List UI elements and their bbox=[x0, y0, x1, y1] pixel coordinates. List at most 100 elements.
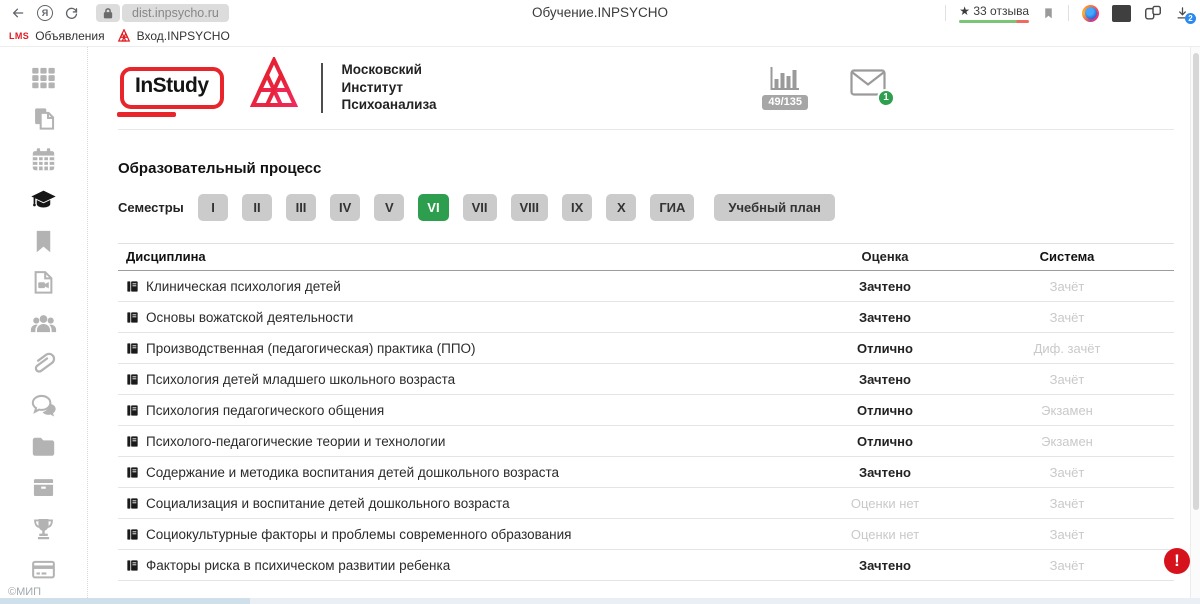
course-name-cell[interactable]: Факторы риска в психическом развитии реб… bbox=[118, 558, 810, 573]
sidebar-item-trophy[interactable] bbox=[29, 514, 59, 542]
sidebar-item-chat[interactable] bbox=[29, 391, 59, 419]
semesters-label: Семестры bbox=[118, 200, 198, 215]
reviews-label: 33 отзыва bbox=[973, 4, 1029, 18]
table-row[interactable]: Социокультурные факторы и проблемы совре… bbox=[118, 519, 1174, 550]
sidebar-item-people[interactable] bbox=[29, 309, 59, 337]
semester-tab-VI[interactable]: VI bbox=[418, 194, 448, 221]
course-name: Социокультурные факторы и проблемы совре… bbox=[146, 527, 571, 542]
system-cell: Зачёт bbox=[960, 465, 1174, 480]
bookmark-item[interactable]: Вход.INPSYCHO bbox=[117, 29, 230, 43]
logo-divider bbox=[321, 63, 323, 113]
scrollbar-track bbox=[1190, 47, 1200, 604]
back-icon[interactable] bbox=[10, 6, 26, 20]
semester-tab-Учебный план[interactable]: Учебный план bbox=[714, 194, 834, 221]
sidebar-item-paperclip[interactable] bbox=[29, 350, 59, 378]
system-cell: Зачёт bbox=[960, 527, 1174, 542]
sidebar-item-documents[interactable] bbox=[29, 104, 59, 132]
app-area: ©МИП InStudy Московски bbox=[0, 47, 1200, 598]
scrollbar-thumb[interactable] bbox=[1193, 53, 1199, 510]
table-row[interactable]: Клиническая психология детейЗачтеноЗачёт bbox=[118, 271, 1174, 302]
address-bar[interactable]: dist.inpsycho.ru bbox=[96, 4, 229, 22]
table-row[interactable]: Психолого-педагогические теории и технол… bbox=[118, 426, 1174, 457]
bottom-strip bbox=[0, 598, 1200, 604]
table-row[interactable]: Социализация и воспитание детей дошкольн… bbox=[118, 488, 1174, 519]
semester-tab-X[interactable]: X bbox=[606, 194, 636, 221]
table-row[interactable]: Психология детей младшего школьного возр… bbox=[118, 364, 1174, 395]
course-name-cell[interactable]: Психолого-педагогические теории и технол… bbox=[118, 434, 810, 449]
archive-icon bbox=[30, 474, 57, 501]
alert-icon[interactable]: ! bbox=[1164, 548, 1190, 574]
grade-cell: Отлично bbox=[810, 403, 960, 418]
browser-extension-icon[interactable] bbox=[1082, 5, 1099, 22]
toolbar-right: ★ 33 отзыва NEW 2 bbox=[941, 4, 1190, 23]
refresh-icon[interactable] bbox=[64, 6, 79, 21]
bookmark-flag-icon[interactable] bbox=[1042, 6, 1055, 21]
table-row[interactable]: Производственная (педагогическая) практи… bbox=[118, 333, 1174, 364]
course-name-cell[interactable]: Психология педагогического общения bbox=[118, 403, 810, 418]
browser-profile-icon[interactable]: Я bbox=[37, 5, 53, 21]
course-table-body: Клиническая психология детейЗачтеноЗачёт… bbox=[118, 271, 1174, 581]
video-file-icon bbox=[30, 269, 57, 296]
messages-button[interactable]: 1 bbox=[850, 69, 886, 101]
sidebar-item-bookmark[interactable] bbox=[29, 227, 59, 255]
mip-triangle-logo[interactable] bbox=[246, 57, 302, 118]
book-icon bbox=[126, 373, 139, 386]
course-name-cell[interactable]: Психология детей младшего школьного возр… bbox=[118, 372, 810, 387]
sidebar-item-calendar[interactable] bbox=[29, 145, 59, 173]
copyright-label: ©МИП bbox=[8, 586, 41, 598]
course-name-cell[interactable]: Социализация и воспитание детей дошкольн… bbox=[118, 496, 810, 511]
institute-name: Московский Институт Психоанализа bbox=[342, 61, 437, 114]
course-name-cell[interactable]: Клиническая психология детей bbox=[118, 279, 810, 294]
course-name: Психолого-педагогические теории и технол… bbox=[146, 434, 445, 449]
documents-icon bbox=[30, 105, 57, 132]
course-name-cell[interactable]: Содержание и методика воспитания детей д… bbox=[118, 465, 810, 480]
bookmark-icon bbox=[30, 228, 57, 255]
system-cell: Диф. зачёт bbox=[960, 341, 1174, 356]
semester-tab-III[interactable]: III bbox=[286, 194, 316, 221]
sidebar-item-grid[interactable] bbox=[29, 63, 59, 91]
lms-icon: LMS bbox=[9, 31, 29, 41]
semester-tab-I[interactable]: I bbox=[198, 194, 228, 221]
semester-tab-IV[interactable]: IV bbox=[330, 194, 360, 221]
site-reviews-button[interactable]: ★ 33 отзыва bbox=[959, 4, 1029, 23]
sidebar-item-folder[interactable] bbox=[29, 432, 59, 460]
column-discipline: Дисциплина bbox=[118, 249, 810, 264]
page-title: Образовательный процесс bbox=[118, 160, 1174, 177]
semester-tab-VIII[interactable]: VIII bbox=[511, 194, 549, 221]
book-icon bbox=[126, 528, 139, 541]
lock-icon[interactable] bbox=[96, 4, 120, 22]
table-row[interactable]: Основы вожатской деятельностиЗачтеноЗачё… bbox=[118, 302, 1174, 333]
url-text[interactable]: dist.inpsycho.ru bbox=[122, 4, 229, 22]
sidebar-item-video-file[interactable] bbox=[29, 268, 59, 296]
bookmark-label: Вход.INPSYCHO bbox=[137, 29, 230, 43]
grade-cell: Зачтено bbox=[810, 372, 960, 387]
folder-icon bbox=[30, 433, 57, 460]
instudy-logo[interactable]: InStudy bbox=[120, 67, 224, 109]
table-row[interactable]: Содержание и методика воспитания детей д… bbox=[118, 457, 1174, 488]
semester-tab-II[interactable]: II bbox=[242, 194, 272, 221]
semester-tab-V[interactable]: V bbox=[374, 194, 404, 221]
progress-stats-button[interactable]: 49/135 bbox=[762, 66, 808, 110]
downloads-button[interactable]: 2 bbox=[1175, 6, 1190, 21]
sidebar-item-graduation-cap[interactable] bbox=[29, 186, 59, 214]
grade-cell: Отлично bbox=[810, 341, 960, 356]
course-name-cell[interactable]: Производственная (педагогическая) практи… bbox=[118, 341, 810, 356]
sidebar-item-archive[interactable] bbox=[29, 473, 59, 501]
bookmark-item[interactable]: LMSОбъявления bbox=[9, 29, 105, 43]
course-name-cell[interactable]: Основы вожатской деятельности bbox=[118, 310, 810, 325]
site-header: InStudy Московский Институт bbox=[118, 47, 1174, 130]
semester-tab-IX[interactable]: IX bbox=[562, 194, 592, 221]
new-extension-icon[interactable]: NEW bbox=[1112, 5, 1131, 22]
course-name-cell[interactable]: Социокультурные факторы и проблемы совре… bbox=[118, 527, 810, 542]
table-row[interactable]: Психология педагогического общенияОтличн… bbox=[118, 395, 1174, 426]
bar-chart-icon bbox=[768, 66, 802, 92]
semester-tab-ГИА[interactable]: ГИА bbox=[650, 194, 694, 221]
sidebar-item-card[interactable] bbox=[29, 555, 59, 583]
semester-tab-VII[interactable]: VII bbox=[463, 194, 497, 221]
grade-cell: Зачтено bbox=[810, 279, 960, 294]
column-system: Система bbox=[960, 249, 1174, 264]
collections-icon[interactable] bbox=[1144, 5, 1162, 21]
table-row[interactable]: Факторы риска в психическом развитии реб… bbox=[118, 550, 1174, 581]
sidebar: ©МИП bbox=[0, 47, 88, 598]
course-name: Содержание и методика воспитания детей д… bbox=[146, 465, 559, 480]
